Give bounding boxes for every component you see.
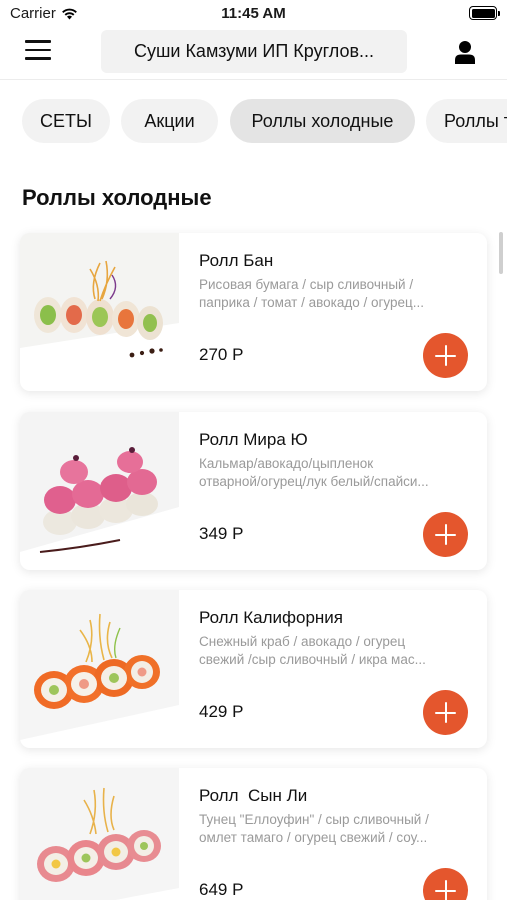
tab-rolly-holodnye[interactable]: Роллы холодные [230, 99, 415, 143]
add-to-cart-button[interactable] [423, 333, 468, 378]
hamburger-menu-icon[interactable] [25, 40, 51, 62]
add-to-cart-button[interactable] [423, 512, 468, 557]
product-price: 649 Р [199, 880, 244, 899]
category-tabs: СЕТЫ Акции Роллы холодные Роллы т [0, 80, 507, 160]
product-description: Рисовая бумага / сыр сливочный / паприка… [199, 277, 425, 310]
product-name: Ролл Мира Ю [199, 430, 308, 449]
app-header: Суши Камзуми ИП Круглов... [0, 26, 507, 80]
product-card[interactable]: Ролл Калифорния Снежный краб / авокадо /… [20, 590, 487, 748]
product-name: Ролл Бан [199, 251, 274, 270]
restaurant-title[interactable]: Суши Камзуми ИП Круглов... [101, 30, 407, 73]
add-to-cart-button[interactable] [423, 690, 468, 735]
tab-sety[interactable]: СЕТЫ [22, 99, 110, 143]
tab-akcii[interactable]: Акции [121, 99, 218, 143]
product-description: Кальмар/авокадо/цыпленок отварной/огурец… [199, 456, 429, 489]
product-name: Ролл Калифорния [199, 608, 343, 627]
scrollbar[interactable] [499, 232, 503, 274]
sushi-roll-tuna-photo [20, 768, 179, 900]
add-to-cart-button[interactable] [423, 868, 468, 900]
product-card[interactable]: Ролл Мира Ю Кальмар/авокадо/цыпленок отв… [20, 412, 487, 570]
battery-icon [469, 6, 500, 20]
product-description: Тунец "Еллоуфин" / сыр сливочный / омлет… [199, 812, 429, 845]
sushi-roll-california-photo [20, 590, 179, 748]
sushi-roll-pink-cream-photo [20, 412, 179, 570]
user-icon[interactable] [452, 40, 478, 64]
product-price: 429 Р [199, 702, 244, 721]
sushi-roll-rice-paper-photo [20, 233, 179, 391]
product-description: Снежный краб / авокадо / огурец свежий /… [199, 634, 426, 667]
status-bar: Carrier 11:45 AM [0, 0, 507, 26]
tab-rolly-teplye[interactable]: Роллы т [426, 99, 507, 143]
product-price: 349 Р [199, 524, 244, 543]
product-card[interactable]: Ролл Бан Рисовая бумага / сыр сливочный … [20, 233, 487, 391]
product-card[interactable]: Ролл Сын Ли Тунец "Еллоуфин" / сыр сливо… [20, 768, 487, 900]
product-price: 270 Р [199, 345, 244, 364]
product-name: Ролл Сын Ли [199, 786, 308, 805]
status-time: 11:45 AM [221, 5, 286, 22]
section-title: Роллы холодные [22, 185, 212, 210]
